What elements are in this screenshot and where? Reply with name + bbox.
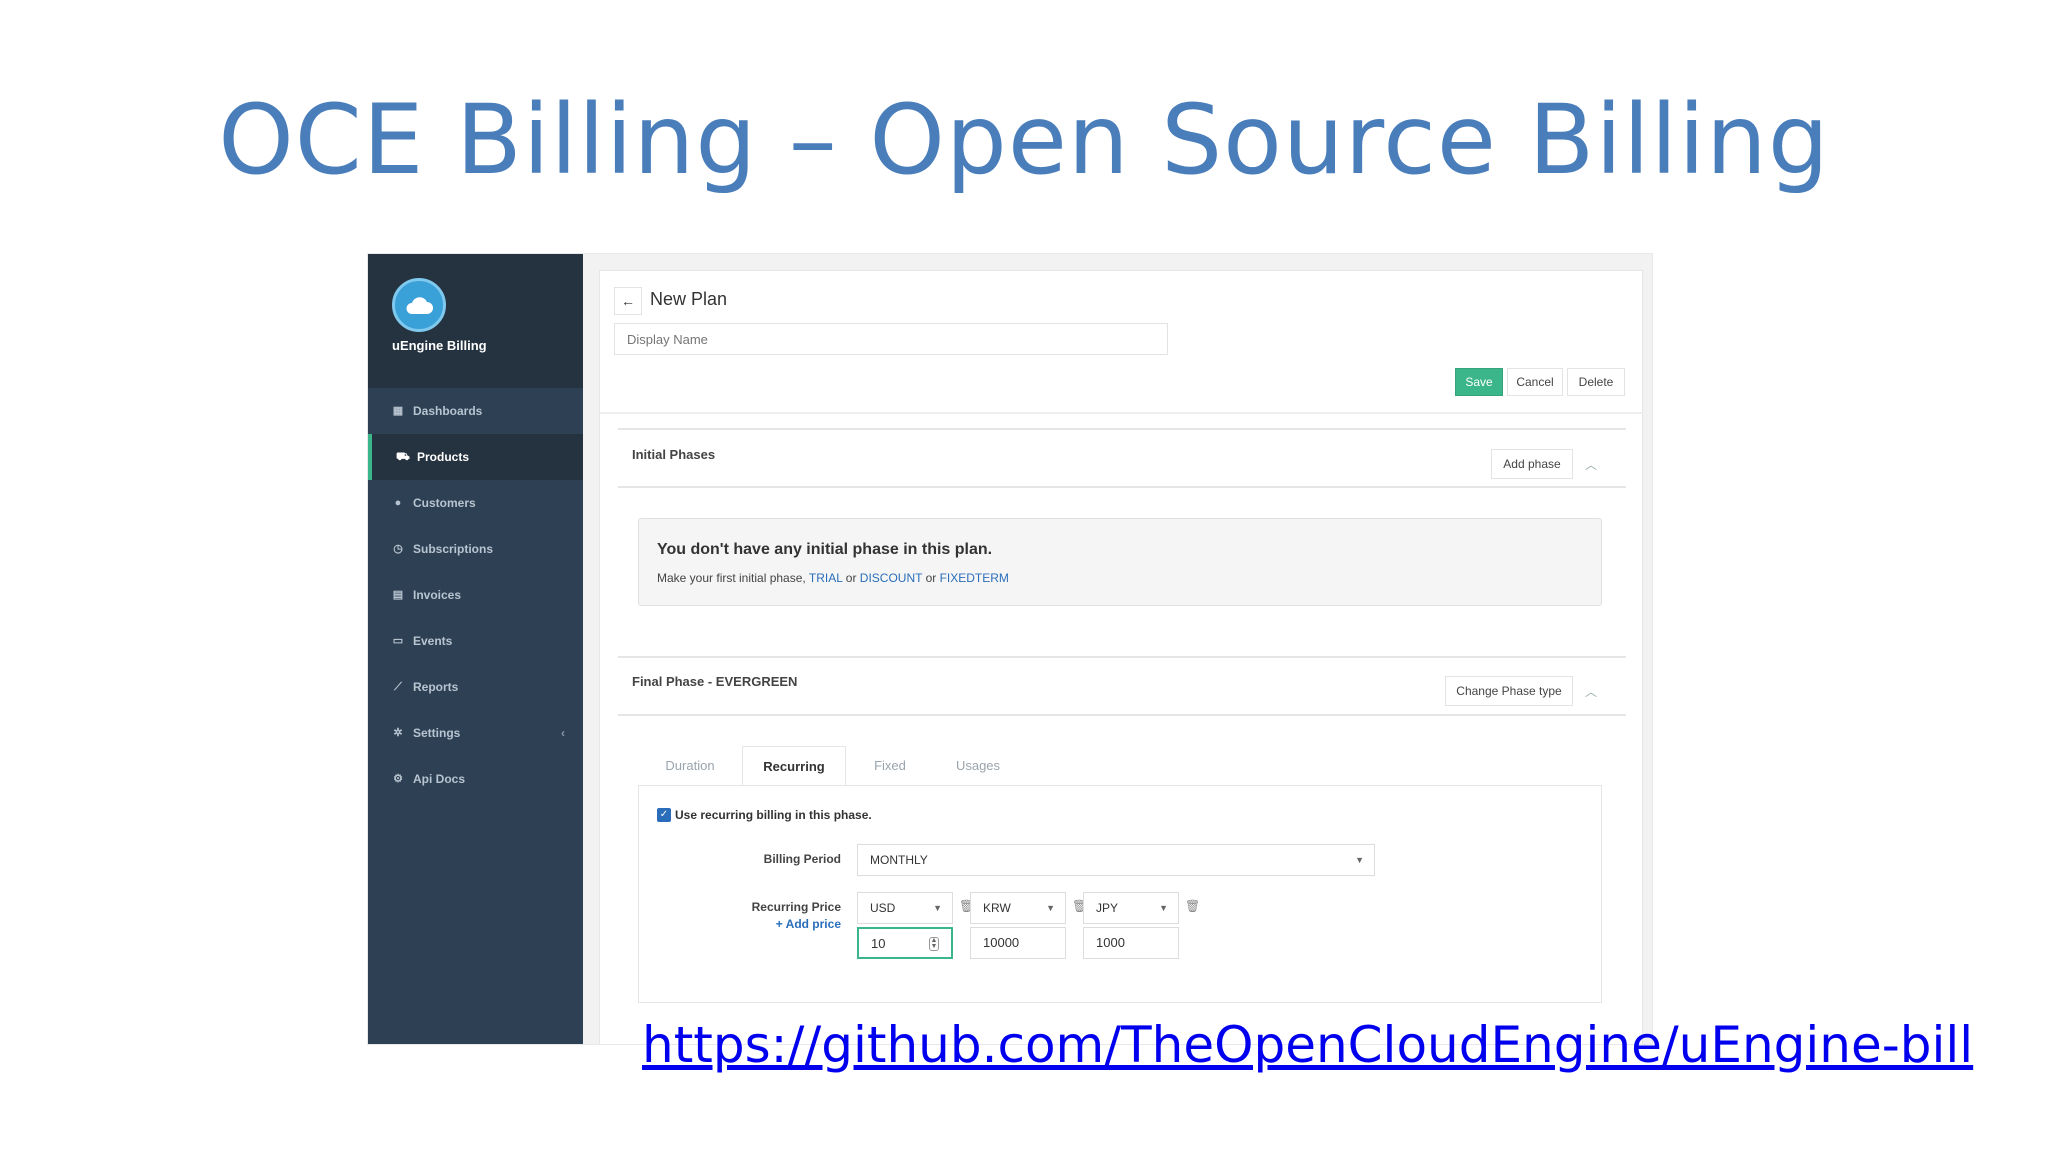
sidebar-item-events[interactable]: ▭ Events bbox=[368, 618, 583, 664]
recurring-checkbox[interactable]: ✓ bbox=[657, 808, 671, 822]
plan-card: ← New Plan Save Cancel Delete Initial Ph… bbox=[599, 270, 1644, 1044]
chevron-up-icon[interactable]: ︿ bbox=[1585, 456, 1597, 473]
notice-title: You don't have any initial phase in this… bbox=[657, 541, 993, 558]
currency-value: USD bbox=[870, 901, 896, 915]
trash-icon[interactable]: 🗑 bbox=[1185, 899, 1200, 913]
currency-value: KRW bbox=[983, 901, 1011, 915]
delete-button[interactable]: Delete bbox=[1567, 368, 1625, 396]
tab-recurring[interactable]: Recurring bbox=[742, 746, 846, 786]
or-text: or bbox=[845, 571, 857, 585]
recurring-checkbox-label: Use recurring billing in this phase. bbox=[675, 808, 872, 822]
sidebar: uEngine Billing ▦ Dashboards ⛟ Products … bbox=[368, 254, 583, 1044]
sidebar-item-label: Events bbox=[413, 634, 453, 648]
display-name-input[interactable] bbox=[614, 323, 1168, 355]
trial-link[interactable]: TRIAL bbox=[809, 571, 843, 585]
sidebar-item-label: Customers bbox=[413, 496, 476, 510]
price-input[interactable]: 10000 bbox=[970, 927, 1066, 959]
billing-period-value: MONTHLY bbox=[870, 853, 928, 867]
save-button[interactable]: Save bbox=[1455, 368, 1503, 396]
app-screenshot: uEngine Billing ▦ Dashboards ⛟ Products … bbox=[367, 253, 1653, 1045]
caret-down-icon: ▼ bbox=[1159, 903, 1168, 913]
sidebar-item-label: Reports bbox=[413, 680, 459, 694]
final-phase-title: Final Phase - EVERGREEN bbox=[632, 674, 798, 689]
billing-period-select[interactable]: MONTHLY ▼ bbox=[857, 844, 1375, 876]
caret-down-icon: ▼ bbox=[933, 903, 942, 913]
tab-duration[interactable]: Duration bbox=[638, 746, 742, 786]
gear-icon: ✲ bbox=[393, 727, 403, 739]
add-phase-button[interactable]: Add phase bbox=[1491, 449, 1573, 479]
sidebar-item-settings[interactable]: ✲ Settings ‹ bbox=[368, 710, 583, 756]
currency-value: JPY bbox=[1096, 901, 1119, 915]
divider bbox=[618, 486, 1626, 488]
notice-text: Make your first initial phase, TRIAL or … bbox=[657, 571, 1009, 585]
brand-name: uEngine Billing bbox=[392, 338, 487, 353]
github-link[interactable]: https://github.com/TheOpenCloudEngine/uE… bbox=[642, 1016, 1973, 1074]
divider bbox=[600, 412, 1644, 414]
arrow-left-icon: ← bbox=[621, 293, 635, 309]
price-value: 10000 bbox=[983, 935, 1020, 950]
price-input[interactable]: 10 ▲ ▼ bbox=[857, 927, 953, 959]
change-phase-type-button[interactable]: Change Phase type bbox=[1445, 676, 1573, 706]
slide: OCE Billing – Open Source Billing uEngin… bbox=[0, 0, 2048, 1152]
sidebar-item-subscriptions[interactable]: ◷ Subscriptions bbox=[368, 526, 583, 572]
sidebar-item-label: Subscriptions bbox=[413, 542, 494, 556]
sidebar-item-dashboards[interactable]: ▦ Dashboards bbox=[368, 388, 583, 434]
cart-icon: ⛟ bbox=[396, 451, 410, 463]
notice-prefix: Make your first initial phase, bbox=[657, 571, 806, 585]
brand: uEngine Billing bbox=[368, 254, 583, 388]
spinner-icon[interactable]: ▲ ▼ bbox=[929, 937, 939, 951]
sidebar-item-reports[interactable]: ⟋ Reports bbox=[368, 664, 583, 710]
grid-icon: ▦ bbox=[392, 405, 404, 417]
tab-usages[interactable]: Usages bbox=[934, 746, 1022, 786]
back-button[interactable]: ← bbox=[614, 287, 642, 315]
caret-down-icon: ▼ bbox=[1046, 903, 1055, 913]
price-value: 1000 bbox=[1096, 935, 1125, 950]
price-value: 10 bbox=[871, 936, 886, 951]
page-title: New Plan bbox=[650, 289, 728, 309]
or-text: or bbox=[925, 571, 937, 585]
currency-select[interactable]: USD ▼ bbox=[857, 892, 953, 924]
sidebar-item-label: Products bbox=[417, 450, 470, 464]
sidebar-item-label: Settings bbox=[413, 726, 461, 740]
cloud-logo-icon bbox=[392, 278, 446, 332]
sidebar-item-products[interactable]: ⛟ Products bbox=[368, 434, 583, 480]
divider bbox=[618, 428, 1626, 430]
recurring-panel: ✓ Use recurring billing in this phase. B… bbox=[638, 785, 1602, 1003]
initial-phases-title: Initial Phases bbox=[632, 447, 716, 462]
divider bbox=[618, 714, 1626, 716]
discount-link[interactable]: DISCOUNT bbox=[860, 571, 922, 585]
fixedterm-link[interactable]: FIXEDTERM bbox=[940, 571, 1009, 585]
empty-initial-phase-notice: You don't have any initial phase in this… bbox=[638, 518, 1602, 606]
price-input[interactable]: 1000 bbox=[1083, 927, 1179, 959]
chevron-left-icon: ‹ bbox=[561, 726, 565, 740]
add-price-link[interactable]: + Add price bbox=[721, 917, 841, 931]
divider bbox=[618, 656, 1626, 658]
sidebar-item-label: Api Docs bbox=[413, 772, 466, 786]
tab-fixed[interactable]: Fixed bbox=[846, 746, 934, 786]
document-icon: ▤ bbox=[392, 589, 404, 601]
billing-period-label: Billing Period bbox=[763, 852, 841, 866]
slide-title: OCE Billing – Open Source Billing bbox=[218, 84, 1830, 196]
cogs-icon: ⚙ bbox=[393, 773, 403, 785]
sidebar-item-label: Dashboards bbox=[413, 404, 483, 418]
cancel-button[interactable]: Cancel bbox=[1507, 368, 1563, 396]
currency-select[interactable]: JPY ▼ bbox=[1083, 892, 1179, 924]
user-icon: ● bbox=[394, 497, 402, 509]
calendar-icon: ▭ bbox=[392, 635, 404, 647]
chart-icon: ⟋ bbox=[394, 681, 402, 693]
clock-icon: ◷ bbox=[393, 543, 403, 555]
chevron-up-icon[interactable]: ︿ bbox=[1585, 683, 1597, 700]
sidebar-item-label: Invoices bbox=[413, 588, 462, 602]
recurring-price-label: Recurring Price bbox=[751, 900, 841, 914]
sidebar-item-api-docs[interactable]: ⚙ Api Docs bbox=[368, 756, 583, 802]
sidebar-item-invoices[interactable]: ▤ Invoices bbox=[368, 572, 583, 618]
main-content: ← New Plan Save Cancel Delete Initial Ph… bbox=[583, 254, 1652, 1044]
sidebar-nav: ▦ Dashboards ⛟ Products ● Customers ◷ Su… bbox=[368, 388, 583, 802]
caret-down-icon: ▼ bbox=[1355, 855, 1364, 865]
sidebar-item-customers[interactable]: ● Customers bbox=[368, 480, 583, 526]
currency-select[interactable]: KRW ▼ bbox=[970, 892, 1066, 924]
